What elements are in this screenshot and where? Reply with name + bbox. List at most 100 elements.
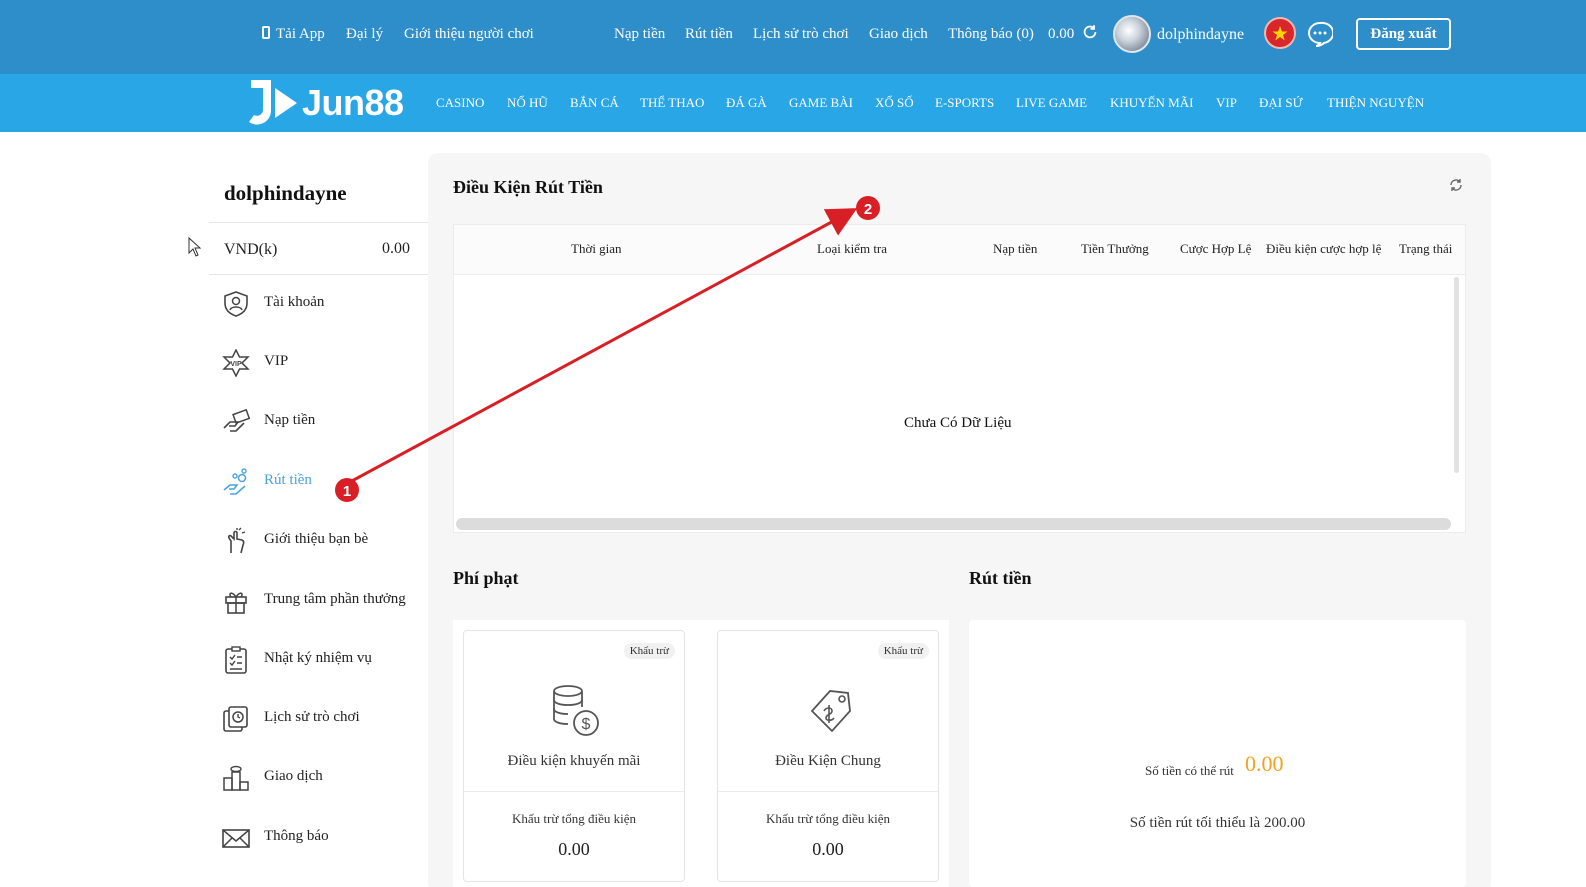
top-balance: 0.00 <box>1048 26 1075 42</box>
promotion-condition-card[interactable]: Khấu trừ $ Điều kiện khuyến mãi Khấu trừ… <box>463 630 685 882</box>
svg-text:$: $ <box>582 716 591 733</box>
mouse-cursor-icon <box>188 237 202 257</box>
column-header: Cược Hợp Lệ <box>1180 241 1252 256</box>
top-bar: Tải App Đại lý Giới thiệu người chơi Nạp… <box>0 0 1586 74</box>
column-header: Thời gian <box>571 241 622 256</box>
card-value: 0.00 <box>558 839 590 859</box>
horizontal-scrollbar[interactable] <box>456 518 1451 530</box>
sidebar-currency: VND(k) <box>224 241 278 258</box>
card-subtitle: Khấu trừ tổng điều kiện <box>511 811 637 826</box>
main-nav: Jun88 CASINO NỔ HŨ BẮN CÁ THỂ THAO ĐÁ GÀ… <box>0 74 1586 132</box>
sidebar-item-label: Giao dịch <box>264 768 323 784</box>
sidebar-item-label: Nạp tiền <box>264 412 316 428</box>
deduct-badge: Khấu trừ <box>623 643 675 659</box>
agent-link[interactable]: Đại lý <box>346 26 383 43</box>
mail-icon <box>222 829 250 848</box>
nav-vip[interactable]: VIP <box>1216 95 1237 111</box>
nav-game-bai[interactable]: GAME BÀI <box>789 95 853 111</box>
coin-stack-dollar-icon: $ <box>553 685 599 736</box>
phone-icon <box>262 26 270 39</box>
withdraw-coins-icon <box>223 468 247 495</box>
penalty-cards: Khấu trừ $ Điều kiện khuyến mãi Khấu trừ… <box>453 620 949 887</box>
sidebar-item-deposit[interactable]: Nạp tiền <box>222 406 432 438</box>
vietnam-flag-icon[interactable] <box>1264 17 1296 49</box>
transaction-coins-icon <box>223 765 249 791</box>
nav-xo-so[interactable]: XỔ SỐ <box>875 95 914 111</box>
nav-khuyen-mai[interactable]: KHUYẾN MÃI <box>1110 95 1193 111</box>
sidebar-item-label: Giới thiệu bạn bè <box>264 531 369 547</box>
deduct-badge: Khấu trừ <box>877 643 929 659</box>
nav-dai-su[interactable]: ĐẠI SỨ <box>1259 95 1303 111</box>
top-username[interactable]: dolphindayne <box>1157 26 1244 44</box>
column-header: Điều kiện cược hợp lệ <box>1266 241 1382 256</box>
nav-esports[interactable]: E-SPORTS <box>935 95 994 111</box>
vertical-scrollbar[interactable] <box>1454 277 1459 473</box>
sidebar-balance: 0.00 <box>382 240 410 257</box>
download-app-link[interactable]: Tải App <box>262 26 325 43</box>
top-withdraw-link[interactable]: Rút tiền <box>685 26 733 43</box>
divider <box>464 791 684 792</box>
column-header: Loại kiểm tra <box>817 241 888 256</box>
account-shield-icon <box>224 291 248 317</box>
divider <box>718 791 938 792</box>
nav-thien-nguyen[interactable]: THIỆN NGUYỆN <box>1327 95 1424 111</box>
svg-text:VIP: VIP <box>230 361 242 368</box>
avatar[interactable] <box>1113 15 1151 53</box>
empty-state: Chưa Có Dữ Liệu <box>904 415 1012 431</box>
task-list-icon <box>225 646 247 674</box>
sidebar-item-notifications[interactable]: Thông báo <box>222 822 432 854</box>
top-notifications-link[interactable]: Thông báo (0) <box>948 26 1034 43</box>
sidebar-item-label: VIP <box>264 353 289 369</box>
gift-icon <box>225 592 247 614</box>
sidebar-item-label: Nhật ký nhiệm vụ <box>264 650 372 666</box>
column-header: Trạng thái <box>1399 241 1453 256</box>
nav-casino[interactable]: CASINO <box>436 95 484 111</box>
table-header: Thời gian Loại kiểm tra Nạp tiền Tiền Th… <box>454 225 1465 275</box>
player-referral-link[interactable]: Giới thiệu người chơi <box>404 26 534 43</box>
sidebar-item-invite-friends[interactable]: Giới thiệu bạn bè <box>222 525 432 557</box>
sidebar-item-label: Tài khoản <box>264 294 325 310</box>
card-value: 0.00 <box>812 839 844 859</box>
nav-the-thao[interactable]: THỂ THAO <box>640 95 704 111</box>
chat-icon[interactable] <box>1307 21 1333 47</box>
nav-da-ga[interactable]: ĐÁ GÀ <box>726 95 767 111</box>
nav-no-hu[interactable]: NỔ HŨ <box>507 95 548 111</box>
column-header: Nạp tiền <box>993 241 1038 256</box>
sidebar-item-withdraw[interactable]: Rút tiền <box>222 466 432 498</box>
refresh-balance-icon[interactable] <box>1081 23 1099 41</box>
sidebar-item-vip[interactable]: VIP VIP <box>222 347 432 379</box>
nav-ban-ca[interactable]: BẮN CÁ <box>570 95 619 111</box>
nav-live-game[interactable]: LIVE GAME <box>1016 95 1087 111</box>
price-tag-icon <box>810 690 851 733</box>
sidebar-item-game-history[interactable]: Lịch sử trò chơi <box>222 703 432 735</box>
card-title: Điều Kiện Chung <box>775 753 881 769</box>
sidebar-item-label: Lịch sử trò chơi <box>264 709 360 725</box>
card-subtitle: Khấu trừ tổng điều kiện <box>765 811 891 826</box>
logout-button[interactable]: Đăng xuất <box>1356 18 1451 50</box>
withdraw-title: Rút tiền <box>969 568 1032 588</box>
game-history-icon <box>223 706 248 732</box>
reload-icon[interactable] <box>1447 176 1465 194</box>
invite-hand-icon <box>227 527 246 554</box>
withdrawable-amount: 0.00 <box>1245 751 1284 776</box>
sidebar-item-task-log[interactable]: Nhật ký nhiệm vụ <box>222 644 432 676</box>
withdraw-box: Số tiền có thể rút 0.00 Số tiền rút tối … <box>969 620 1466 887</box>
divider <box>209 222 429 223</box>
top-transactions-link[interactable]: Giao dịch <box>869 26 928 43</box>
sidebar-item-label: Thông báo <box>264 828 329 844</box>
sidebar-item-label: Rút tiền <box>264 472 312 488</box>
sidebar-item-rewards-center[interactable]: Trung tâm phần thưởng <box>222 585 432 617</box>
card-title: Điều kiện khuyến mãi <box>507 753 641 769</box>
general-condition-card[interactable]: Khấu trừ Điều Kiện Chung Khấu trừ tổng đ… <box>717 630 939 882</box>
top-game-history-link[interactable]: Lịch sử trò chơi <box>753 26 849 43</box>
minimum-withdraw-note: Số tiền rút tối thiểu là 200.00 <box>1129 815 1306 831</box>
withdrawable-label: Số tiền có thể rút <box>1145 763 1234 778</box>
logo-text[interactable]: Jun88 <box>302 82 404 124</box>
top-deposit-link[interactable]: Nạp tiền <box>614 26 665 43</box>
sidebar-item-transactions[interactable]: Giao dịch <box>222 762 432 794</box>
conditions-title: Điều Kiện Rút Tiền <box>453 177 603 197</box>
jun88-logo-icon[interactable] <box>247 78 301 128</box>
vip-star-icon: VIP <box>222 349 250 377</box>
sidebar-item-account[interactable]: Tài khoản <box>222 288 432 320</box>
deposit-hand-icon <box>223 408 250 432</box>
